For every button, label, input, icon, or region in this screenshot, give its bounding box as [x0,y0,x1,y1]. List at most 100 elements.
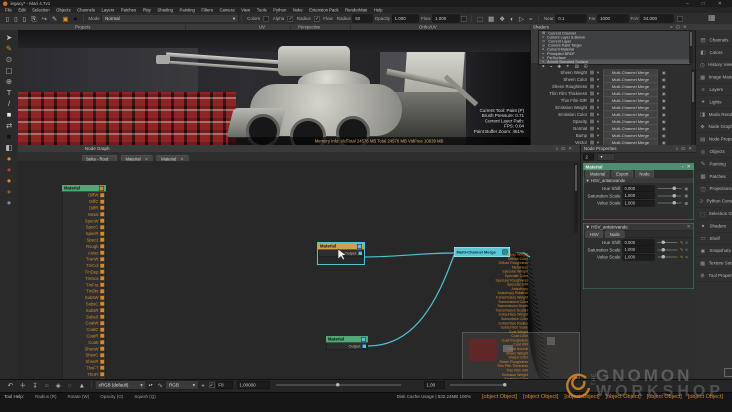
property-link-icon[interactable]: ✎ [680,248,683,253]
material-list-node[interactable]: Material DiffW DiffC DiffR Metal SpecW SpecC S… [62,185,106,379]
menu-item[interactable]: Edit [18,8,25,13]
channel-menu-icon[interactable]: ▣ [662,84,666,89]
toolbar-checkbox[interactable]: ✓ Radius [286,15,313,22]
toolbar-checkbox[interactable]: Alpha [262,15,286,22]
property-slider[interactable] [657,186,682,191]
menu-item[interactable]: Extension Pack [309,8,338,13]
zoom-level-field[interactable]: 2 [583,153,594,161]
tool-icon[interactable]: ➤ [0,32,18,43]
toolbar-icon[interactable]: ▣ [62,15,68,22]
tool-icon[interactable]: ● [0,175,18,186]
channel-swatch[interactable] [589,133,595,138]
node-output-swatch[interactable] [99,185,104,191]
menu-item[interactable]: Filters [201,8,213,13]
zoom-slider[interactable] [449,383,507,387]
pane-title-perspective[interactable]: Perspective [298,25,320,30]
section-header[interactable]: ▼ HSV_antatovande [586,224,628,229]
far-field[interactable]: 1000 [597,14,629,23]
status-icon[interactable]: [object Object] [482,394,517,400]
multi-channel-merge-button[interactable]: Multi-Channel Merge [603,118,658,125]
properties-tab[interactable]: Node [634,169,655,178]
channel-swatch[interactable] [589,105,595,110]
menu-item[interactable]: Python [273,8,286,13]
paint-toolbar-icon[interactable]: ◈ [56,382,61,389]
node-graph-panel-controls[interactable]: ≡ ⊡ ✕ [555,146,573,152]
stepper-icons[interactable]: ▴▾ [149,383,153,387]
toolbar-icon[interactable]: ● [73,15,77,22]
node-graph-canvas[interactable]: Material DiffW DiffC DiffR Metal SpecW SpecC S… [18,161,580,379]
palette-grid-icon[interactable]: ▦ [708,14,716,22]
property-slider[interactable] [657,201,682,205]
paint-mode-dropdown[interactable]: Normal ▾ [101,14,239,23]
shader-toolbar-icon[interactable]: ● [542,64,545,69]
section-header-controls[interactable]: ▫ ✕ [682,164,692,170]
channel-swatch[interactable] [589,112,595,117]
shaders-list-scrollbar[interactable] [689,30,693,63]
property-slider[interactable] [657,247,678,252]
palette-tab[interactable]: ◧ Colors [696,46,732,59]
zoom-value-field[interactable]: 1.00 [423,381,445,389]
toolbar-checkbox[interactable]: ✓ Flow [313,15,335,22]
channel-menu-icon[interactable]: ▣ [662,70,666,75]
channel-menu-icon[interactable]: ▣ [662,119,666,124]
menu-item[interactable]: Painting [180,8,195,13]
toolbar-icon[interactable]: ✎ [52,15,57,22]
opacity-field[interactable]: 1.000 [391,14,419,23]
paint-toolbar-icon[interactable]: ↶ [8,382,13,389]
paint-toolbar-icon[interactable]: ✛ [20,382,25,389]
palette-tab[interactable]: ▭ Shelf [696,232,732,245]
palette-tab[interactable]: ❖ Node Graph [696,121,732,134]
palette-tab[interactable]: ✦ Lights [696,96,732,109]
shader-toolbar-icon[interactable]: ◒ [550,64,553,69]
properties-tab[interactable]: Export [611,169,633,178]
menu-item[interactable]: RenderMan [345,8,367,13]
toolbar-icon[interactable]: ◐ [510,15,514,22]
palette-tab[interactable]: ⚙ Tool Properties [696,270,732,282]
property-remove-icon[interactable]: ✕ [685,240,688,245]
tool-icon[interactable]: ● [0,186,18,197]
near-field[interactable]: 0.1 [555,14,587,23]
menu-item[interactable]: Shading [157,8,173,13]
palette-tab[interactable]: ▦ Texture Sets [696,257,732,270]
palette-tab[interactable]: ◉ Snapshots [696,245,732,258]
channel-swatch[interactable] [589,98,595,103]
shader-toolbar-icon[interactable]: ✦ [566,63,570,69]
channel-swatch[interactable] [589,91,595,96]
shader-toolbar-icon[interactable]: ▤ [575,63,579,69]
node-output-swatch[interactable] [357,243,362,249]
menu-item[interactable]: Help [374,8,383,13]
buffer-slider[interactable] [275,383,401,387]
curve-icon[interactable]: ∿ [158,382,163,389]
flow-checkbox[interactable] [460,15,467,22]
properties-filter-dropdown[interactable]: ▾ [597,153,615,161]
property-value-field[interactable]: 1.000 [622,199,655,207]
flow-field[interactable]: 1.000 [432,14,460,23]
channel-menu-icon[interactable]: ▣ [662,105,666,110]
tool-icon[interactable]: ● [0,164,18,175]
multi-channel-merge-button[interactable]: Multi-Channel Merge [603,125,658,132]
menu-item[interactable]: View [241,8,250,13]
property-slider[interactable] [657,240,678,245]
property-remove-icon[interactable]: ✕ [685,255,688,260]
window-control-button[interactable]: – [686,1,689,7]
channel-swatch[interactable] [589,77,595,82]
menu-item[interactable]: Camera [219,8,234,13]
palette-tab[interactable]: ▤ Node Properties [696,133,732,146]
node-output-swatch[interactable] [361,336,366,342]
menu-item[interactable]: Play [143,8,151,13]
pane-title-uv[interactable]: UV [259,25,265,30]
channel-menu-icon[interactable]: ▣ [662,126,666,131]
tool-icon[interactable]: ■ [0,109,18,120]
menu-item[interactable]: Objects [56,8,70,13]
depth-field[interactable]: F8 [215,381,233,389]
status-icon[interactable]: [object Object] [688,394,723,400]
property-value-field[interactable]: 0.000 [622,185,655,192]
toolbar-icon[interactable]: ▯ [14,15,18,22]
output-port[interactable] [362,344,367,349]
channel-menu-icon[interactable]: ▣ [662,77,666,82]
node-properties-controls[interactable]: ≡ ⊡ ✕ [675,146,693,152]
toolbar-icon[interactable]: ⎘ [31,15,36,22]
multi-channel-merge-button[interactable]: Multi-Channel Merge [603,90,658,97]
buffer-value-field[interactable]: 1.00000 [236,381,270,389]
channel-menu-icon[interactable]: ▣ [662,98,666,103]
